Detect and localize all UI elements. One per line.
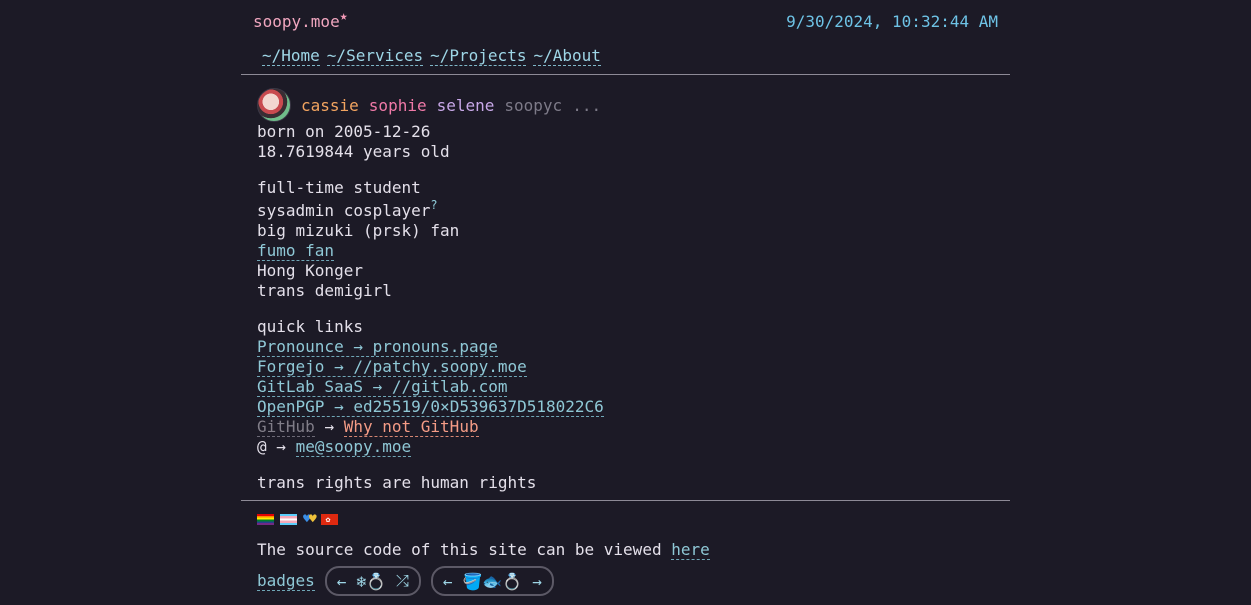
more-names[interactable]: ... <box>572 96 601 115</box>
footer-divider <box>241 500 1010 501</box>
trait-fumo: fumo fan <box>257 241 997 261</box>
name-row: cassie sophie selene soopyc ... <box>257 88 997 122</box>
avatar <box>257 88 291 122</box>
source-text: The source code of this site can be view… <box>257 540 662 559</box>
arrow-right-icon: → <box>276 437 286 456</box>
quick-link-pronounce: Pronounce → pronouns.page <box>257 337 997 357</box>
source-code-line: The source code of this site can be view… <box>257 540 997 560</box>
webring-2-prev[interactable]: ← <box>443 572 453 591</box>
trait-mizuki: big mizuki (prsk) fan <box>257 221 460 240</box>
pronounce-link[interactable]: Pronounce → pronouns.page <box>257 337 498 357</box>
trait-demigirl: trans demigirl <box>257 281 392 300</box>
quick-link-email: @ → me@soopy.moe <box>257 437 997 457</box>
header: soopy.moe★ 9/30/2024, 10:32:44 AM <box>241 0 1010 44</box>
age: 18.7619844 years old <box>257 142 450 161</box>
gitlab-link[interactable]: GitLab SaaS → //gitlab.com <box>257 377 508 397</box>
name-cassie: cassie <box>301 95 359 115</box>
webring-1-home[interactable]: ❄💍 <box>356 572 386 591</box>
hong-kong-flag-icon <box>320 513 338 525</box>
badge-row: badges ← ❄💍 ⤮ ← 🪣🐟💍 → <box>257 566 997 596</box>
quick-link-gitlab: GitLab SaaS → //gitlab.com <box>257 377 997 397</box>
badges-link[interactable]: badges <box>257 571 315 591</box>
datetime-display: 9/30/2024, 10:32:44 AM <box>786 12 998 31</box>
slogan: trans rights are human rights <box>257 473 537 492</box>
trait-sysadmin-text: sysadmin cosplayer <box>257 201 431 220</box>
why-not-github-link[interactable]: Why not GitHub <box>343 417 479 437</box>
name-selene: selene <box>436 95 495 115</box>
born-date: born on 2005-12-26 <box>257 122 431 141</box>
quick-link-github: GitHub → Why not GitHub <box>257 417 997 437</box>
nav-projects[interactable]: ~/Projects <box>430 46 527 66</box>
quick-link-openpgp: OpenPGP → ed25519/0×D539637D518022C6 <box>257 397 997 417</box>
openpgp-link[interactable]: OpenPGP → ed25519/0×D539637D518022C6 <box>257 397 604 417</box>
main-nav: ~/Home ~/Services ~/Projects ~/About <box>262 46 608 66</box>
arrow-right-icon: → <box>324 417 335 436</box>
page-container: soopy.moe★ 9/30/2024, 10:32:44 AM ~/Home… <box>241 0 1010 596</box>
source-here-link[interactable]: here <box>671 540 710 560</box>
trait-student: full-time student <box>257 178 421 197</box>
pride-flag-icon <box>257 513 274 525</box>
header-divider <box>241 74 1010 75</box>
at-icon: @ <box>257 437 267 456</box>
webring-2: ← 🪣🐟💍 → <box>430 566 554 596</box>
forgejo-link[interactable]: Forgejo → //patchy.soopy.moe <box>257 357 527 377</box>
trait-hongkonger: Hong Konger <box>257 261 363 280</box>
site-title[interactable]: soopy.moe★ <box>253 9 348 31</box>
star-icon: ★ <box>339 9 348 24</box>
hearts-icon: ♥♥ <box>303 511 317 527</box>
question-mark-link[interactable]: ? <box>430 198 437 212</box>
webring-1: ← ❄💍 ⤮ <box>324 566 421 596</box>
site-title-text[interactable]: soopy.moe <box>253 12 340 31</box>
github-link[interactable]: GitHub <box>257 417 315 437</box>
nav-home[interactable]: ~/Home <box>262 46 320 66</box>
webring-1-random[interactable]: ⤮ <box>396 571 409 591</box>
main-content: cassie sophie selene soopyc ... born on … <box>257 88 997 493</box>
webring-2-next[interactable]: → <box>532 572 542 591</box>
nav-about[interactable]: ~/About <box>533 46 601 66</box>
webring-2-home[interactable]: 🪣🐟💍 <box>462 572 522 591</box>
webring-1-prev[interactable]: ← <box>337 572 347 591</box>
trans-flag-icon <box>280 513 297 525</box>
trait-sysadmin: sysadmin cosplayer? <box>257 198 997 221</box>
fumo-fan-link[interactable]: fumo fan <box>257 241 335 261</box>
email-link[interactable]: me@soopy.moe <box>295 437 412 457</box>
flag-row: ♥♥ <box>257 508 997 530</box>
nav-services[interactable]: ~/Services <box>326 46 424 66</box>
quick-links-heading: quick links <box>257 317 363 336</box>
footer: ♥♥ The source code of this site can be v… <box>257 508 997 596</box>
name-soopyc: soopyc <box>504 95 563 115</box>
quick-link-forgejo: Forgejo → //patchy.soopy.moe <box>257 357 997 377</box>
name-sophie: sophie <box>368 95 427 115</box>
